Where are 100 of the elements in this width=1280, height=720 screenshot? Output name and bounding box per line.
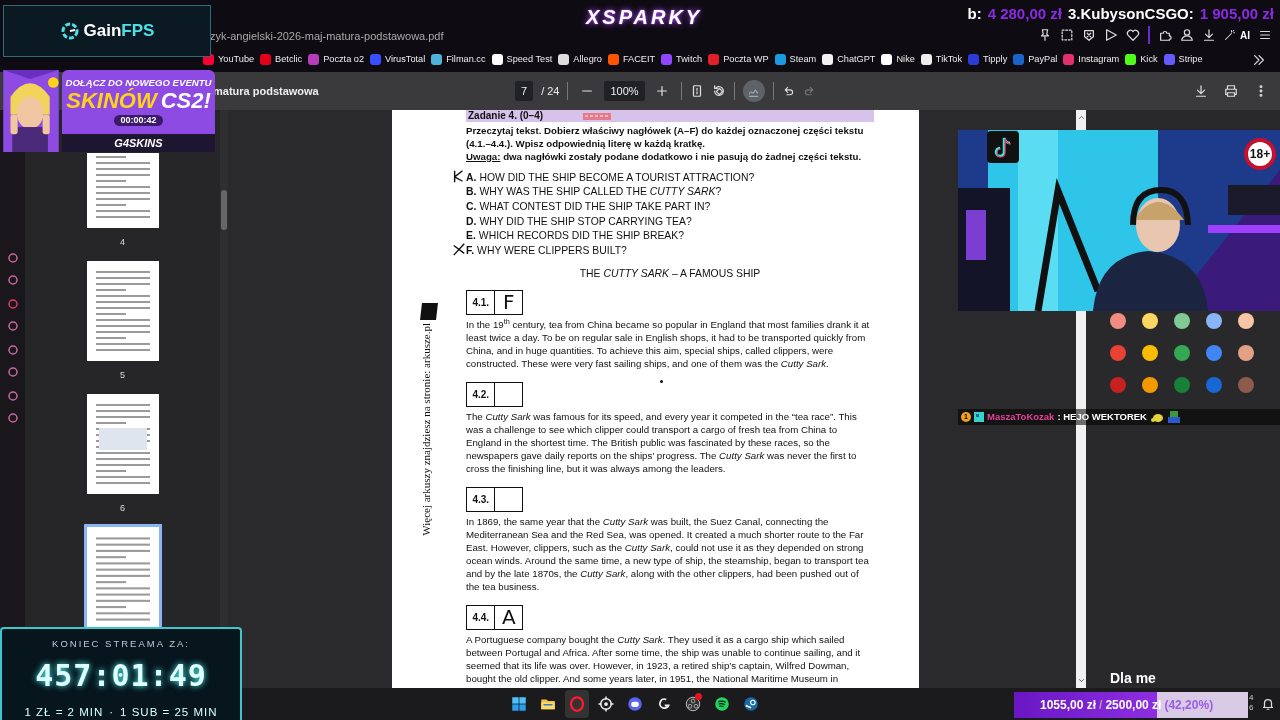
bookmark[interactable]: TikTok <box>920 53 963 67</box>
bookmark[interactable]: Filman.cc <box>431 53 486 67</box>
bookmark-label: Steam <box>789 53 817 67</box>
wand-icon <box>1224 29 1236 41</box>
circles-icon <box>684 695 702 713</box>
tiktok-icon <box>987 131 1019 163</box>
bookmark[interactable]: Instagram <box>1063 53 1120 67</box>
heading-option: C. WHAT CONTEST DID THE SHIP TAKE PART IN? <box>466 200 711 213</box>
bookmark[interactable]: Kick <box>1125 53 1158 67</box>
bookmark[interactable]: Stripe <box>1163 53 1203 67</box>
rotate-icon[interactable] <box>711 84 726 98</box>
bookmark[interactable]: FACEIT <box>607 53 656 67</box>
bookmark[interactable]: Allegro <box>558 53 602 67</box>
annotate-button[interactable] <box>742 80 765 102</box>
bell-icon[interactable] <box>1261 697 1275 711</box>
bookmark-label: Speed Test <box>506 53 553 67</box>
print-icon[interactable] <box>1224 84 1238 98</box>
paragraph: In the 19$^{th}$ century, tea from China became so popular in England that most families drank it at least twice a day. To be on regular sale in English shops, it had to be transported quickly from China, and in huge quantities. To achieve this aim, special ships, called clippers, were constructed. These were very fast sailing ships, and one of them was the Cutty Sark. <box>466 317 871 370</box>
ad-title: SKINÓW <box>66 89 157 112</box>
goal-current: 1055,00 zł <box>1040 697 1097 714</box>
bookmark[interactable]: Poczta WP <box>708 53 769 67</box>
ai-button[interactable]: AI <box>1224 27 1250 43</box>
page-number-field[interactable]: 7 <box>515 80 534 102</box>
notification-dot <box>695 693 702 700</box>
heading-option: A. HOW DID THE SHIP BECOME A TOURIST ATTRACTION? <box>466 170 755 184</box>
send-icon[interactable] <box>1104 28 1118 42</box>
bookmark[interactable]: Steam <box>774 53 817 67</box>
bookmark[interactable]: Poczta o2 <box>308 53 365 67</box>
sidebar-app-icon[interactable] <box>7 275 18 285</box>
extensions-icon[interactable] <box>1158 28 1172 42</box>
scrollbar-thumb[interactable] <box>221 190 227 230</box>
bookmark[interactable]: Twitch <box>661 53 703 67</box>
chevron-icon[interactable] <box>1252 53 1266 67</box>
rate-text: · <box>109 705 115 720</box>
bookmark-label: Kick <box>1140 53 1158 67</box>
bookmark[interactable]: PayPal <box>1013 53 1058 67</box>
sidebar-app-icon[interactable] <box>7 253 18 263</box>
goal-target: 2500,00 zł <box>1105 697 1162 714</box>
answer-box[interactable]: 4.2. <box>466 381 523 407</box>
difficulty-icon <box>583 112 612 120</box>
sidebar-app-icon[interactable] <box>7 391 18 401</box>
bookmark[interactable]: VirusTotal <box>370 53 426 67</box>
clock-digit: 6 <box>1249 703 1254 713</box>
zoom-field[interactable]: 100% <box>604 80 645 102</box>
bookmark[interactable]: Speed Test <box>491 53 553 67</box>
sidebar-app-icon[interactable] <box>7 299 18 309</box>
bookmark-label: TikTok <box>935 53 963 67</box>
pin-icon[interactable] <box>1038 28 1052 42</box>
page-label: 5 <box>120 369 125 381</box>
rate-text: 1 ZŁ = 2 MIN <box>24 705 104 720</box>
heart-icon[interactable] <box>1126 28 1140 42</box>
chat-message: : HEJO WEKTOREK <box>1057 409 1147 424</box>
address-text[interactable]: zyk-angielski-2026-maj-matura-podstawowa.pdf <box>210 27 444 44</box>
heading-option: D. WHY DID THE SHIP STOP CARRYING TEA? <box>466 214 692 228</box>
bookmark-label: PayPal <box>1028 53 1058 67</box>
download-icon[interactable] <box>1194 84 1208 98</box>
emote-icon <box>1149 411 1164 423</box>
bookmark-label: Tipply <box>983 53 1008 67</box>
bookmark[interactable]: ChatGPT <box>822 53 876 67</box>
windows-icon <box>510 695 528 713</box>
heading-option: B. WHY WAS THE SHIP CALLED THE CUTTY SARK? <box>466 185 722 199</box>
bookmark-label: Filman.cc <box>446 53 486 67</box>
zoom-in-icon[interactable] <box>654 84 669 98</box>
bookmark[interactable]: Betclic <box>260 53 303 67</box>
page-count: / 24 <box>541 83 560 99</box>
bookmark-label: Stripe <box>1178 53 1203 67</box>
screenshot-icon[interactable] <box>1060 28 1074 42</box>
ring-icon <box>568 695 586 713</box>
sponsor-name: Gain <box>83 20 122 43</box>
timer-value: 457:01:49 <box>35 657 207 696</box>
bookmark-label: YouTube <box>218 53 255 67</box>
paragraph: The Cutty Sark was famous for its speed, and every year it competed in the “tea race”. This was a challenge to see which clipper could transport a cargo of fresh tea from China to England in the shortest time. The British public was fascinated by these races, so the newspapers gave daily reports on the ships’ progress. The Cutty Sark was never the first to cross the finishing line, but it was always among the leaders. <box>466 409 858 475</box>
dot-mark-icon <box>660 380 663 383</box>
answer-box[interactable]: 4.3. <box>466 486 523 512</box>
scroll-up-icon[interactable] <box>1076 113 1086 122</box>
profile-icon[interactable] <box>1180 28 1194 42</box>
bookmark-label: Nike <box>896 53 915 67</box>
ad-title: CS2! <box>160 89 211 112</box>
sponsor-name: FPS <box>121 20 155 43</box>
gauge-icon <box>59 21 80 41</box>
menu-icon[interactable] <box>1258 28 1272 42</box>
bookmark[interactable]: Nike <box>881 53 915 67</box>
shield-icon[interactable] <box>1082 28 1096 42</box>
emote-icon <box>1166 411 1181 423</box>
caption-text: Dla me <box>1110 669 1156 688</box>
answer-box[interactable]: 4.4. A <box>466 604 523 630</box>
sidebar-app-icon[interactable] <box>7 345 18 355</box>
download-icon[interactable] <box>1202 28 1216 42</box>
bookmark-label: Instagram <box>1078 53 1120 67</box>
scroll-down-icon[interactable] <box>1076 676 1086 685</box>
answer-box[interactable]: 4.1. F <box>466 289 523 315</box>
ticker-text: b: <box>967 4 982 24</box>
chat-badge-icon <box>974 412 984 422</box>
sidebar-app-icon[interactable] <box>7 413 18 423</box>
bookmark-label: Allegro <box>573 53 602 67</box>
sidebar-app-icon[interactable] <box>7 321 18 331</box>
sidebar-app-icon[interactable] <box>7 367 18 377</box>
heading-option: E. WHICH RECORDS DID THE SHIP BREAK? <box>466 229 684 243</box>
bookmark[interactable]: Tipply <box>968 53 1008 67</box>
gear-icon <box>597 695 615 713</box>
